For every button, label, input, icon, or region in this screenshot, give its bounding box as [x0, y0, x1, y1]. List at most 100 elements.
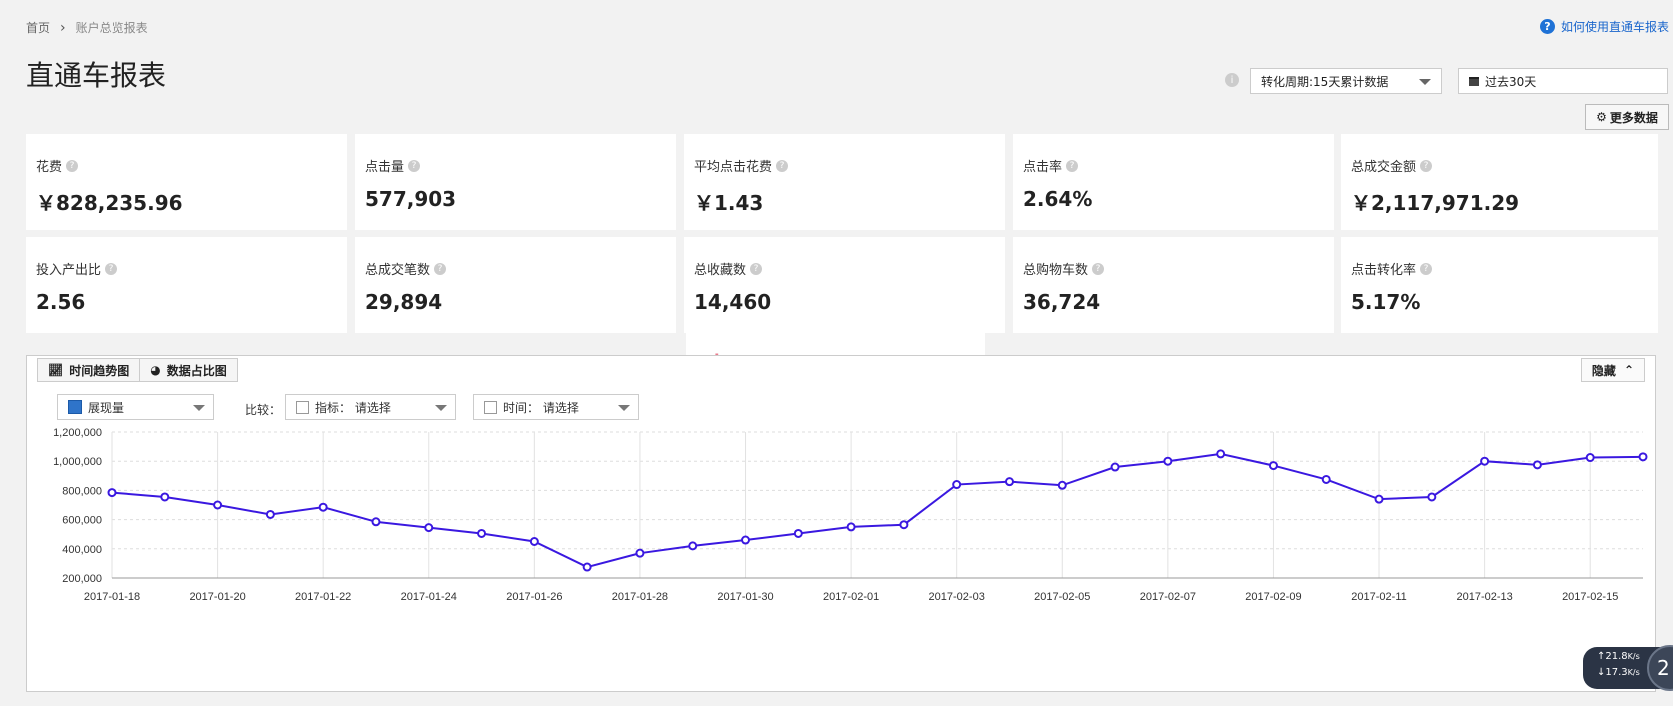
hide-chart-label: 隐藏: [1591, 363, 1616, 378]
data-point: [107, 488, 117, 498]
tab-time-trend[interactable]: 📈︎ 时间趋势图: [37, 358, 141, 382]
data-point: [1321, 474, 1331, 484]
metric-value: ￥1.43: [694, 191, 764, 215]
help-circle-icon[interactable]: ?: [434, 262, 447, 275]
data-point: [1638, 452, 1648, 462]
metric-card: 点击量? 577,903: [355, 134, 676, 230]
chevron-right-icon: ›: [60, 19, 66, 36]
calendar-icon: [1469, 76, 1479, 86]
date-range-select[interactable]: 过去30天: [1458, 68, 1668, 94]
help-link-label: 如何使用直通车报表: [1560, 20, 1669, 34]
x-tick-label: 2017-02-03: [929, 591, 985, 603]
chart-panel: 📈︎ 时间趋势图 ◕ 数据占比图 隐藏 ⌃ 展现量 比较： 指标： 请选择 时间…: [26, 355, 1656, 692]
metric-value: ￥2,117,971.29: [1351, 191, 1520, 215]
x-tick-label: 2017-02-05: [1034, 591, 1090, 603]
x-tick-label: 2017-02-09: [1245, 591, 1301, 603]
help-link[interactable]: ? 如何使用直通车报表: [1539, 18, 1669, 35]
help-circle-icon[interactable]: ?: [776, 159, 789, 172]
conversion-period-select[interactable]: 转化周期:15天累计数据: [1250, 68, 1442, 94]
data-point: [741, 535, 751, 545]
data-point: [952, 480, 962, 490]
data-point: [477, 528, 487, 538]
compare-time-select[interactable]: 时间： 请选择: [473, 394, 639, 420]
data-point: [1004, 477, 1014, 487]
data-point: [635, 548, 645, 558]
metric-card: 投入产出比? 2.56: [26, 237, 347, 333]
data-point: [899, 520, 909, 530]
metric-card: 总购物车数? 36,724: [1013, 237, 1334, 333]
x-tick-label: 2017-01-26: [506, 591, 562, 603]
help-circle-icon[interactable]: ?: [1066, 159, 1079, 172]
breadcrumb: 首页 › 账户总览报表: [26, 19, 148, 36]
help-circle-icon[interactable]: ?: [750, 262, 763, 275]
hide-chart-button[interactable]: 隐藏 ⌃: [1580, 358, 1645, 382]
compare-label: 比较：: [245, 403, 282, 417]
pie-chart-icon: ◕: [150, 363, 161, 377]
impressions-line-chart: 200,000 400,000 600,000 800,000 1,000,000 1,2…: [53, 427, 1648, 603]
compare-metric-checkbox[interactable]: [296, 400, 309, 414]
compare-metric-value: 指标： 请选择: [315, 400, 391, 415]
compare-time-checkbox[interactable]: [484, 400, 497, 414]
data-point: [160, 492, 170, 502]
metric-card: 总成交笔数? 29,894: [355, 237, 676, 333]
data-point: [371, 517, 381, 527]
caret-down-icon: [618, 405, 630, 411]
chevron-up-icon: ⌃: [1623, 363, 1634, 377]
help-circle-icon[interactable]: ?: [66, 159, 79, 172]
x-tick-label: 2017-02-15: [1562, 591, 1618, 603]
breadcrumb-current: 账户总览报表: [75, 21, 148, 35]
line-chart-icon: 📈︎: [48, 363, 64, 377]
conversion-period-value: 转化周期:15天累计数据: [1261, 74, 1389, 89]
metric-value: 29,894: [365, 290, 443, 314]
x-tick-label: 2017-02-13: [1456, 591, 1512, 603]
data-point: [213, 500, 223, 510]
metric-label: 投入产出比?: [36, 259, 118, 278]
date-range-value: 过去30天: [1485, 74, 1537, 89]
data-point: [1057, 480, 1067, 490]
tab-time-trend-label: 时间趋势图: [69, 363, 130, 378]
gear-icon: ⚙: [1596, 110, 1607, 124]
help-circle-icon[interactable]: ?: [1420, 262, 1433, 275]
metric-value: 36,724: [1023, 290, 1101, 314]
breadcrumb-home[interactable]: 首页: [26, 19, 50, 36]
metric-select-value: 展现量: [88, 400, 125, 415]
help-circle-icon[interactable]: ?: [1092, 262, 1105, 275]
metric-value: 2.64%: [1023, 187, 1093, 211]
compare-metric-select[interactable]: 指标： 请选择: [285, 394, 456, 420]
metric-card: 点击率? 2.64%: [1013, 134, 1334, 230]
help-circle-icon[interactable]: ?: [408, 159, 421, 172]
info-icon[interactable]: i: [1225, 73, 1239, 87]
data-point: [793, 528, 803, 538]
help-circle-icon[interactable]: ?: [1420, 159, 1433, 172]
y-tick-label: 1,200,000: [53, 427, 102, 439]
metric-card: 平均点击花费? ￥1.43: [684, 134, 1005, 230]
metric-value: ￥828,235.96: [36, 191, 183, 215]
help-circle-icon[interactable]: ?: [105, 262, 118, 275]
y-tick-label: 600,000: [62, 515, 102, 527]
x-tick-label: 2017-01-28: [612, 591, 668, 603]
data-point: [1532, 460, 1542, 470]
page-title: 直通车报表: [26, 59, 167, 92]
tab-data-share[interactable]: ◕ 数据占比图: [140, 358, 238, 382]
help-circle-icon: ?: [1539, 19, 1555, 34]
data-point: [318, 502, 328, 512]
x-tick-label: 2017-01-24: [401, 591, 457, 603]
data-point: [265, 509, 275, 519]
metric-label: 总收藏数?: [694, 259, 763, 278]
metric-label: 花费?: [36, 156, 79, 175]
series-color-swatch: [68, 400, 82, 414]
data-point: [1427, 492, 1437, 502]
metric-card: 总收藏数? 14,460: [684, 237, 1005, 333]
caret-down-icon: [193, 405, 205, 411]
metric-label: 点击量?: [365, 156, 421, 175]
data-point: [1163, 456, 1173, 466]
y-tick-label: 400,000: [62, 544, 102, 556]
metric-value: 5.17%: [1351, 290, 1421, 314]
more-data-label: 更多数据: [1609, 110, 1658, 125]
y-tick-label: 1,000,000: [53, 456, 102, 468]
chart-tabs: 📈︎ 时间趋势图 ◕ 数据占比图: [37, 358, 238, 382]
metric-label: 总成交笔数?: [365, 259, 447, 278]
metric-label: 总购物车数?: [1023, 259, 1105, 278]
metric-select[interactable]: 展现量: [57, 394, 214, 420]
more-data-button[interactable]: ⚙ 更多数据: [1585, 104, 1669, 130]
